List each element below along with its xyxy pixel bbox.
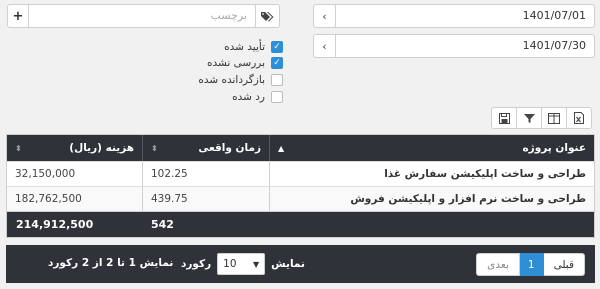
- status-rejected[interactable]: رد شده: [232, 89, 283, 105]
- chevron-down-icon: ▼: [253, 259, 260, 269]
- date-to-group: ‹ 1401/07/30: [313, 34, 595, 58]
- show-label: نمایش: [271, 258, 305, 270]
- date-to-prev-button[interactable]: ‹: [313, 34, 336, 58]
- date-from-group: ‹ 1401/07/01: [313, 4, 595, 28]
- status-returned[interactable]: بازگردانده شده: [198, 72, 283, 88]
- excel-export-button[interactable]: [566, 107, 592, 129]
- records-label: رکورد: [181, 258, 212, 270]
- total-cost: 214,912,500: [7, 212, 142, 237]
- status-returned-label: بازگردانده شده: [198, 74, 265, 86]
- status-rejected-label: رد شده: [232, 91, 265, 103]
- cell-actual-time: 439.75: [142, 187, 269, 211]
- checkbox-returned[interactable]: [271, 74, 283, 86]
- tag-input[interactable]: برچسب: [29, 4, 255, 28]
- tags-icon: [261, 11, 274, 22]
- pagination-bar: قبلی 1 بعدی نمایش 10 ▼ رکورد نمایش 1 تا …: [6, 245, 595, 283]
- totals-empty-cell: [269, 212, 594, 237]
- page-size-select[interactable]: 10 ▼: [217, 253, 266, 275]
- header-project-title-label: عنوان پروژه: [522, 142, 586, 154]
- checkbox-approved[interactable]: ✓: [271, 41, 283, 53]
- status-approved[interactable]: ✓ تأیید شده: [224, 39, 283, 55]
- tag-icon: [255, 4, 280, 28]
- sort-icon: ⬍: [151, 143, 158, 153]
- columns-button[interactable]: [541, 107, 567, 129]
- table-header-row: عنوان پروژه ▲ زمان واقعی ⬍ هزینه (ریال) …: [7, 135, 594, 161]
- status-approved-label: تأیید شده: [224, 41, 265, 53]
- cell-cost: 182,762,500: [15, 193, 82, 205]
- table-toolbar: [491, 107, 592, 129]
- chevron-left-icon: ‹: [322, 39, 327, 53]
- header-actual-time-label: زمان واقعی: [198, 142, 261, 154]
- pagination: قبلی 1 بعدی: [476, 253, 585, 276]
- excel-export-icon: [574, 112, 584, 124]
- page-size-control: نمایش 10 ▼ رکورد: [181, 253, 305, 275]
- table-row[interactable]: طراحی و ساخت اپلیکیشن سفارش غذا 102.25 3…: [7, 161, 594, 186]
- columns-icon: [548, 112, 560, 124]
- next-page-button[interactable]: بعدی: [476, 253, 520, 276]
- projects-table: عنوان پروژه ▲ زمان واقعی ⬍ هزینه (ریال) …: [6, 134, 595, 238]
- save-icon: [498, 112, 510, 124]
- cell-project-title: طراحی و ساخت اپلیکیشن سفارش غذا: [269, 162, 594, 186]
- cell-project-title: طراحی و ساخت نرم افزار و اپلیکیشن فروش: [269, 187, 594, 211]
- date-from-input[interactable]: 1401/07/01: [336, 4, 595, 28]
- save-button[interactable]: [491, 107, 517, 129]
- page-1-button[interactable]: 1: [518, 253, 544, 276]
- cell-cost: 32,150,000: [15, 168, 76, 180]
- total-actual-time: 542: [142, 212, 269, 237]
- filter-icon: [523, 113, 535, 123]
- filter-button[interactable]: [516, 107, 542, 129]
- header-project-title[interactable]: عنوان پروژه ▲: [269, 135, 594, 161]
- cell-actual-time: 102.25: [142, 162, 269, 186]
- pagination-info: نمایش 1 تا 2 از 2 رکورد: [48, 257, 174, 269]
- date-from-prev-button[interactable]: ‹: [313, 4, 336, 28]
- add-tag-button[interactable]: +: [7, 4, 29, 28]
- date-to-input[interactable]: 1401/07/30: [336, 34, 595, 58]
- prev-page-button[interactable]: قبلی: [542, 253, 585, 276]
- checkbox-rejected[interactable]: [271, 91, 283, 103]
- chevron-left-icon: ‹: [322, 9, 327, 23]
- table-totals-row: 542 214,912,500: [7, 211, 594, 237]
- header-cost[interactable]: هزینه (ریال) ⬍: [7, 135, 142, 161]
- plus-icon: +: [12, 8, 24, 24]
- tag-filter-group: + برچسب: [7, 4, 280, 28]
- table-row[interactable]: طراحی و ساخت نرم افزار و اپلیکیشن فروش 4…: [7, 186, 594, 211]
- status-unreviewed-label: بررسی نشده: [207, 57, 265, 69]
- sort-icon: ⬍: [15, 143, 22, 153]
- sort-up-icon: ▲: [278, 143, 285, 153]
- page-size-value: 10: [223, 258, 237, 270]
- header-actual-time[interactable]: زمان واقعی ⬍: [142, 135, 269, 161]
- checkbox-unreviewed[interactable]: ✓: [271, 57, 283, 69]
- header-cost-label: هزینه (ریال): [69, 142, 134, 154]
- status-unreviewed[interactable]: ✓ بررسی نشده: [207, 55, 283, 71]
